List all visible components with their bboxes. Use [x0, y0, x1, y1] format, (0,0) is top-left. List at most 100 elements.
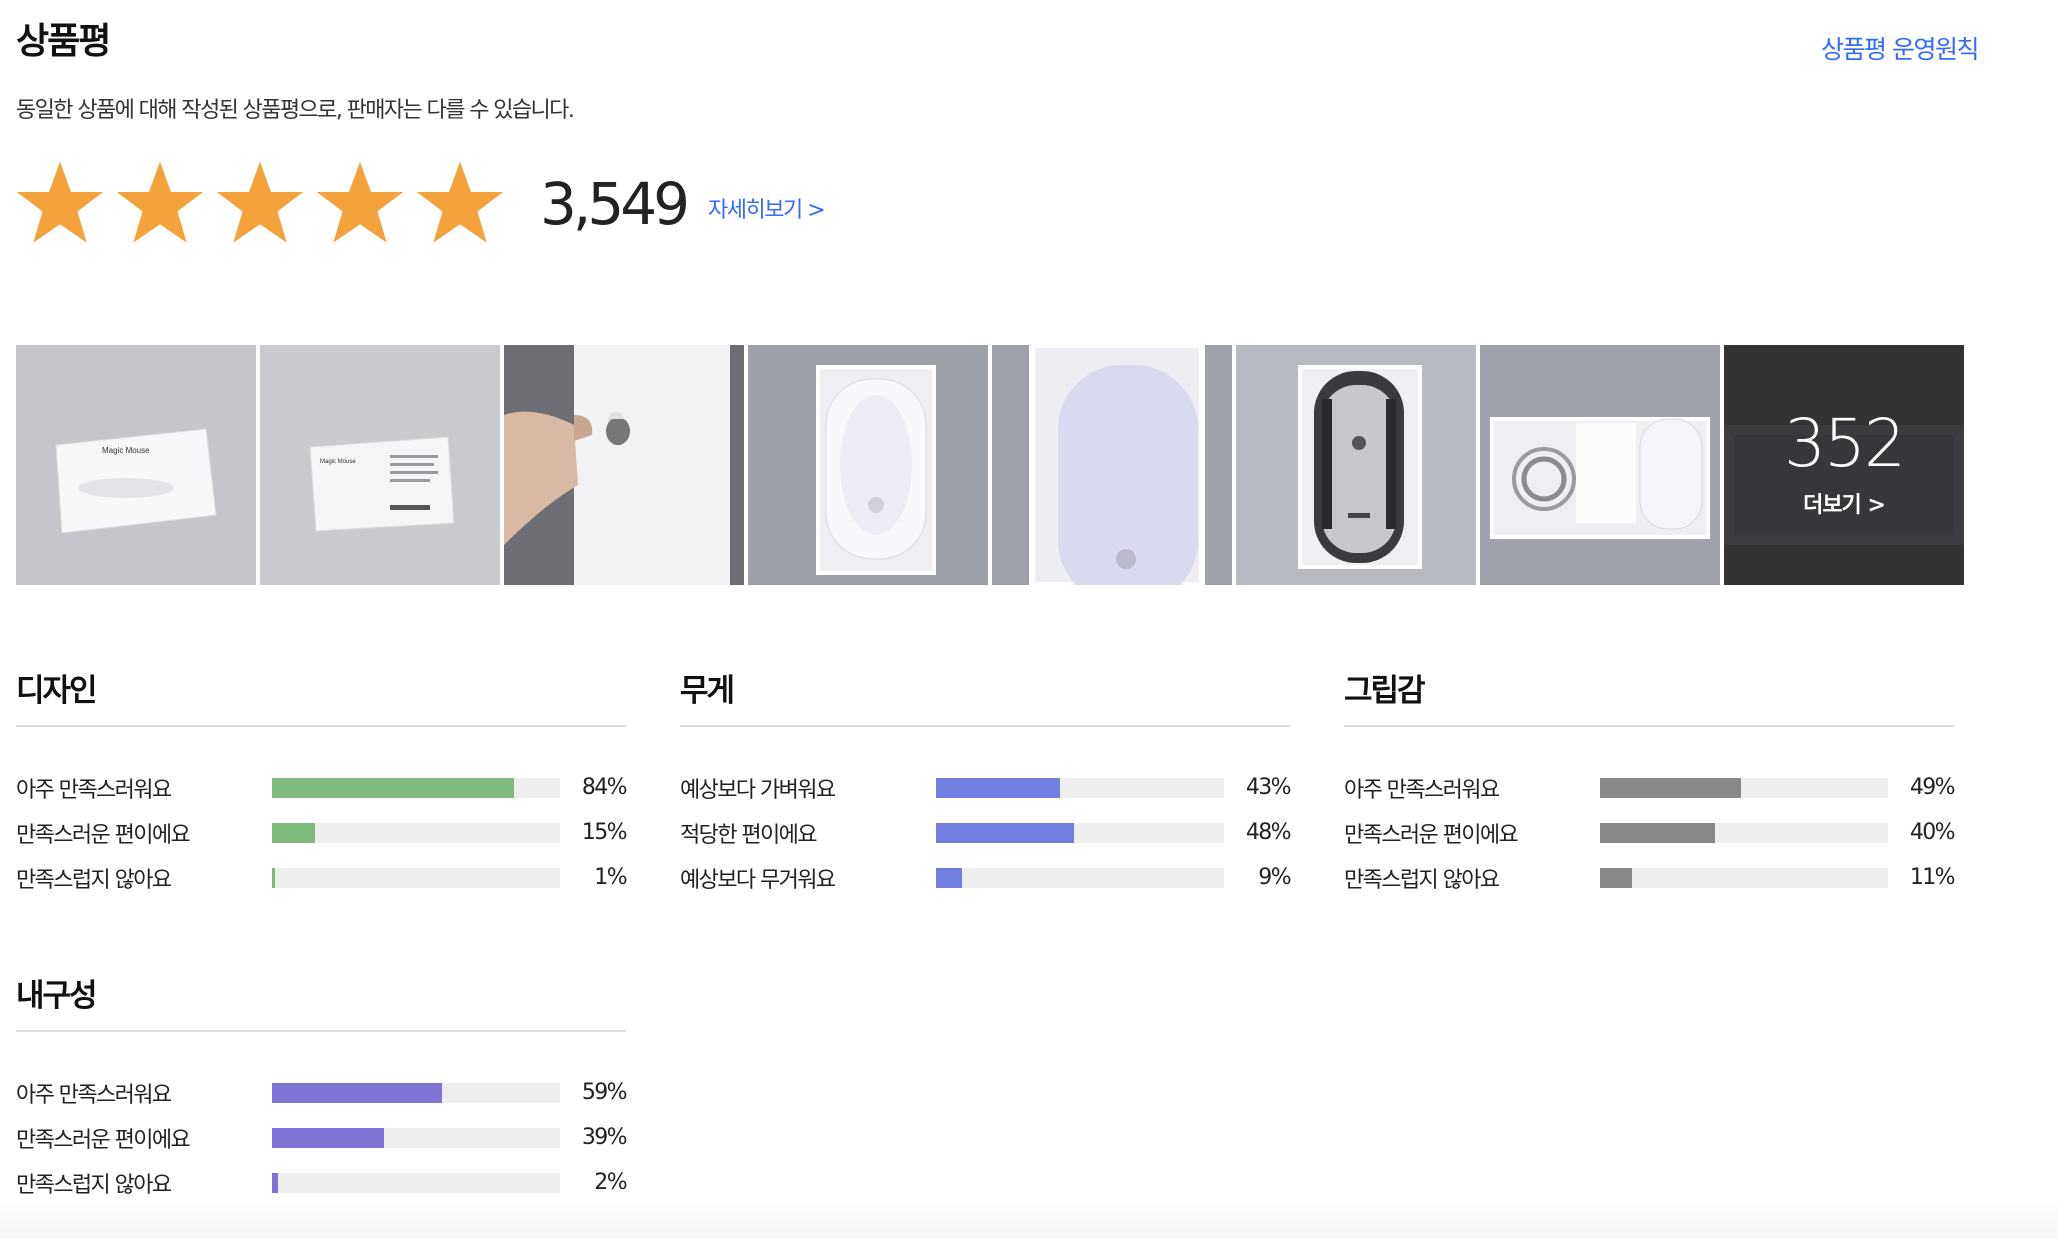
star-icon: [216, 161, 304, 243]
survey-bar-track: [1600, 822, 1888, 843]
survey-design: 디자인아주 만족스러워요 84% 만족스러운 편이에요 15% 만족스럽지 않아요 1%: [16, 665, 628, 900]
survey-bar-fill: [272, 822, 316, 843]
survey-row: 아주 만족스러워요 49%: [1344, 765, 1956, 810]
survey-bar-track: [272, 822, 560, 843]
more-photos-label: 더보기 >: [1803, 493, 1886, 518]
survey-option-label: 만족스럽지 않아요: [16, 1172, 172, 1198]
survey-percent: 59%: [581, 1080, 628, 1105]
more-photos-count: 352: [1784, 405, 1906, 482]
survey-percent: 9%: [1258, 865, 1291, 890]
survey-title: 내구성: [16, 978, 98, 1014]
survey-bar-track: [272, 1082, 560, 1103]
mouse-closeup-image: [992, 345, 1232, 585]
review-photo[interactable]: [748, 345, 988, 585]
survey-row: 아주 만족스러워요 84%: [16, 765, 628, 810]
survey-option-label: 만족스럽지 않아요: [1344, 867, 1500, 893]
survey-row: 만족스러운 편이에요 15%: [16, 810, 628, 855]
survey-divider: [1344, 725, 1954, 727]
survey-row: 만족스러운 편이에요 40%: [1344, 810, 1956, 855]
survey-percent: 43%: [1245, 775, 1292, 800]
box-caption: Magic Mouse: [102, 446, 150, 455]
more-photos-tile[interactable]: 352 더보기 >: [1724, 345, 1964, 585]
survey-option-label: 예상보다 가벼워요: [680, 777, 836, 803]
survey-bar-fill: [1600, 777, 1742, 798]
survey-option-label: 만족스러운 편이에요: [1344, 822, 1519, 848]
survey-option-label: 아주 만족스러워요: [16, 777, 172, 803]
survey-percent: 1%: [594, 865, 627, 890]
survey-percent: 15%: [581, 820, 628, 845]
survey-option-label: 아주 만족스러워요: [16, 1082, 172, 1108]
mouse-in-tray-image: [748, 345, 988, 585]
survey-row: 적당한 편이에요 48%: [680, 810, 1292, 855]
survey-title: 디자인: [16, 673, 98, 709]
survey-percent: 39%: [581, 1125, 628, 1150]
survey-bar-track: [1600, 867, 1888, 888]
survey-percent: 40%: [1909, 820, 1956, 845]
survey-bar-fill: [936, 822, 1075, 843]
survey-bar-fill: [1600, 822, 1716, 843]
survey-bar-fill: [936, 777, 1060, 798]
survey-grip: 그립감아주 만족스러워요 49% 만족스러운 편이에요 40% 만족스럽지 않아요 11%: [1344, 665, 1956, 900]
box-caption: Magic Mouse: [320, 459, 356, 465]
review-photo[interactable]: Magic Mouse: [260, 345, 500, 585]
mouse-underside-image: [1236, 345, 1476, 585]
survey-durability: 내구성아주 만족스러워요 59% 만족스러운 편이에요 39% 만족스럽지 않아요 2%: [16, 970, 628, 1205]
survey-title: 무게: [680, 673, 735, 709]
review-photo[interactable]: [992, 345, 1232, 585]
rating-detail-link[interactable]: 자세히보기 >: [708, 192, 826, 224]
survey-bar-fill: [272, 867, 275, 888]
survey-option-label: 예상보다 무거워요: [680, 867, 836, 893]
survey-bar-track: [936, 777, 1224, 798]
review-photo-strip: Magic Mouse Magic Mouse 352 더보기 >: [16, 345, 1964, 585]
survey-row: 아주 만족스러워요 59%: [16, 1070, 628, 1115]
survey-percent: 48%: [1245, 820, 1292, 845]
survey-option-label: 적당한 편이에요: [680, 822, 817, 848]
star-icon: [116, 161, 204, 243]
survey-bar-fill: [272, 1127, 385, 1148]
survey-bar-fill: [272, 1082, 442, 1103]
rating-summary: 3,549 자세히보기 >: [14, 152, 826, 256]
survey-rows: 예상보다 가벼워요 43% 적당한 편이에요 48% 예상보다 무거워요 9%: [680, 765, 1292, 900]
survey-divider: [16, 725, 626, 727]
survey-percent: 2%: [594, 1170, 627, 1195]
survey-row: 만족스럽지 않아요 11%: [1344, 855, 1956, 900]
survey-bar-track: [936, 822, 1224, 843]
star-rating: [14, 158, 506, 250]
survey-bar-fill: [272, 1172, 278, 1193]
section-subtitle: 동일한 상품에 대해 작성된 상품평으로, 판매자는 다를 수 있습니다.: [16, 98, 575, 123]
survey-bar-track: [1600, 777, 1888, 798]
section-title: 상품평: [16, 21, 111, 62]
magic-mouse-box-front-image: Magic Mouse: [16, 345, 256, 585]
survey-option-label: 만족스럽지 않아요: [16, 867, 172, 893]
survey-bar-fill: [936, 867, 962, 888]
survey-option-label: 만족스러운 편이에요: [16, 822, 191, 848]
survey-option-label: 아주 만족스러워요: [1344, 777, 1500, 803]
star-icon: [16, 161, 104, 243]
survey-bar-fill: [1600, 867, 1632, 888]
survey-row: 예상보다 무거워요 9%: [680, 855, 1292, 900]
survey-bar-fill: [272, 777, 514, 798]
survey-rows: 아주 만족스러워요 49% 만족스러운 편이에요 40% 만족스럽지 않아요 11%: [1344, 765, 1956, 900]
box-contents-image: [1480, 345, 1720, 585]
survey-bar-track: [272, 1172, 560, 1193]
survey-bar-track: [936, 867, 1224, 888]
page-bottom-fade: [0, 1198, 2058, 1238]
survey-divider: [16, 1030, 626, 1032]
review-photo[interactable]: [1480, 345, 1720, 585]
survey-percent: 49%: [1909, 775, 1956, 800]
box-in-hand-image: [504, 345, 744, 585]
survey-percent: 84%: [581, 775, 628, 800]
magic-mouse-box-back-image: Magic Mouse: [260, 345, 500, 585]
review-photo[interactable]: Magic Mouse: [16, 345, 256, 585]
survey-rows: 아주 만족스러워요 84% 만족스러운 편이에요 15% 만족스럽지 않아요 1%: [16, 765, 628, 900]
survey-bar-track: [272, 1127, 560, 1148]
star-icon: [416, 161, 504, 243]
review-policy-link[interactable]: 상품평 운영원칙: [1821, 30, 1979, 66]
survey-weight: 무게예상보다 가벼워요 43% 적당한 편이에요 48% 예상보다 무거워요 9%: [680, 665, 1292, 900]
review-count: 3,549: [540, 170, 690, 238]
survey-title: 그립감: [1344, 673, 1426, 709]
survey-option-label: 만족스러운 편이에요: [16, 1127, 191, 1153]
star-icon: [316, 161, 404, 243]
review-photo[interactable]: [504, 345, 744, 585]
review-photo[interactable]: [1236, 345, 1476, 585]
